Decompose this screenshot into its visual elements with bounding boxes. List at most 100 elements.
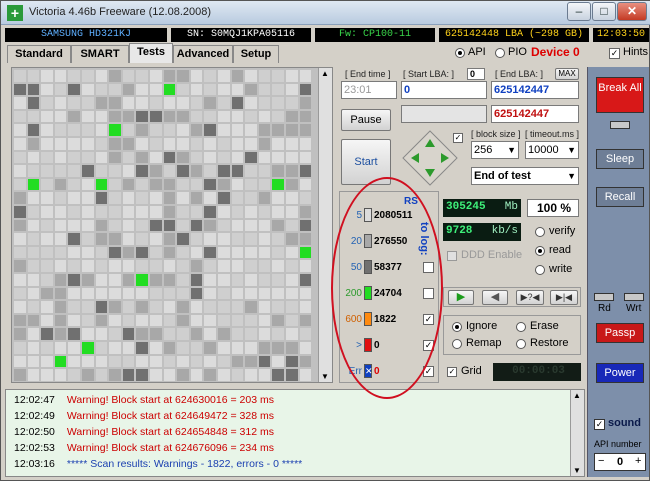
log-entry: 12:02:50 Warning! Block start at 62465484… <box>14 426 274 440</box>
verify-radio[interactable] <box>535 227 545 237</box>
end-time-field[interactable]: 23:01 <box>341 81 397 99</box>
sector-block <box>41 260 53 272</box>
write-radio[interactable] <box>535 265 545 275</box>
sector-block <box>245 83 257 96</box>
end-lba-max-button[interactable]: MAX <box>555 68 579 80</box>
passp-button[interactable]: Passp <box>596 323 644 343</box>
sector-block <box>286 260 298 272</box>
ddd-checkbox[interactable] <box>447 251 457 261</box>
ignore-radio[interactable] <box>452 322 462 332</box>
end-icon[interactable]: ▶|◀ <box>550 290 578 305</box>
sector-block <box>136 342 148 354</box>
maximize-icon[interactable]: □ <box>592 2 616 21</box>
decrement-icon[interactable]: − <box>598 455 604 467</box>
sector-block <box>258 110 271 123</box>
sector-block <box>27 301 40 313</box>
sector-block <box>14 83 26 96</box>
sector-block <box>136 83 148 96</box>
sector-block <box>231 260 244 272</box>
sector-block <box>54 233 67 245</box>
end-lba-label: [ End LBA: ] <box>495 69 544 79</box>
end-of-test-select[interactable]: End of test ▼ <box>471 167 579 185</box>
sector-block <box>27 165 40 177</box>
sector-block <box>14 342 26 354</box>
tab-smart[interactable]: SMART <box>71 45 129 63</box>
sector-block <box>204 287 216 300</box>
direction-pad[interactable] <box>401 129 459 187</box>
api-radio[interactable] <box>455 48 465 58</box>
sector-block <box>245 287 257 300</box>
sound-checkbox[interactable]: ✓ <box>594 419 605 430</box>
sector-block <box>27 178 40 191</box>
tab-standard[interactable]: Standard <box>7 45 71 63</box>
pause-button[interactable]: Pause <box>341 109 391 131</box>
end-lba-field[interactable]: 625142447 <box>491 81 579 99</box>
play-icon[interactable]: ▶ <box>448 290 474 305</box>
erase-radio[interactable] <box>516 322 526 332</box>
sector-block <box>150 233 162 245</box>
log-scrollbar[interactable]: ▲ ▼ <box>570 390 584 476</box>
sector-block <box>245 274 257 286</box>
sector-block <box>218 246 230 259</box>
sector-block <box>218 369 230 381</box>
sector-block <box>14 110 26 123</box>
sector-block <box>163 233 176 245</box>
sector-block <box>163 97 176 109</box>
sector-block <box>109 206 121 218</box>
scroll-up-icon[interactable]: ▲ <box>321 69 329 78</box>
sector-block <box>41 246 53 259</box>
test-controls: [ End time ] 23:01 [ Start LBA: ] 0 0 [ … <box>339 67 583 189</box>
api-label: API <box>468 46 486 58</box>
chevron-down-icon[interactable]: ▼ <box>507 142 516 158</box>
start-lba-small-field[interactable]: 0 <box>467 68 485 80</box>
close-icon[interactable]: ✕ <box>617 2 647 21</box>
dpad-checkbox[interactable]: ✓ <box>453 133 463 143</box>
sector-block <box>27 219 40 232</box>
back-icon[interactable]: ◀ <box>482 290 508 305</box>
increment-icon[interactable]: + <box>635 455 641 467</box>
sector-block <box>14 178 26 191</box>
sector-block <box>177 369 189 381</box>
sector-block <box>136 301 148 313</box>
read-radio[interactable] <box>535 246 545 256</box>
tab-advanced[interactable]: Advanced <box>173 45 233 63</box>
sector-block <box>14 219 26 232</box>
hints-checkbox[interactable]: ✓ <box>609 48 620 59</box>
tab-tests[interactable]: Tests <box>129 43 173 63</box>
block-size-select[interactable]: 256 ▼ <box>471 141 519 159</box>
power-button[interactable]: Power <box>596 363 644 383</box>
remap-radio[interactable] <box>452 339 462 349</box>
sector-block <box>82 246 94 259</box>
sector-block <box>27 206 40 218</box>
sector-block <box>163 138 176 150</box>
grid-scrollbar[interactable]: ▲ ▼ <box>318 68 332 382</box>
tab-setup[interactable]: Setup <box>233 45 279 63</box>
start-lba-field[interactable]: 0 <box>401 81 487 99</box>
chevron-down-icon[interactable]: ▼ <box>567 142 576 158</box>
scroll-down-icon[interactable]: ▼ <box>321 372 329 381</box>
sector-block <box>190 151 203 164</box>
scroll-up-icon[interactable]: ▲ <box>573 391 581 400</box>
skip-icon[interactable]: ▶?◀ <box>516 290 544 305</box>
break-all-button[interactable]: Break All <box>596 77 644 113</box>
ignore-label: Ignore <box>466 320 498 332</box>
pio-radio[interactable] <box>495 48 505 58</box>
grid-checkbox[interactable]: ✓ <box>447 367 457 377</box>
wrt-led <box>624 293 644 301</box>
timeout-select[interactable]: 10000 ▼ <box>525 141 579 159</box>
sector-block <box>54 287 67 300</box>
sector-block <box>258 314 271 327</box>
sector-block <box>163 219 176 232</box>
sector-block <box>245 151 257 164</box>
recall-button[interactable]: Recall <box>596 187 644 207</box>
minimize-icon[interactable]: – <box>567 2 591 21</box>
restore-radio[interactable] <box>516 339 526 349</box>
api-number-spinner[interactable]: − 0 + <box>594 453 646 471</box>
scroll-down-icon[interactable]: ▼ <box>573 466 581 475</box>
sleep-button[interactable]: Sleep <box>596 149 644 169</box>
mb-unit: Mb <box>504 201 518 213</box>
sector-block <box>177 314 189 327</box>
sector-block <box>299 138 312 150</box>
sector-block <box>190 110 203 123</box>
chevron-down-icon[interactable]: ▼ <box>567 168 576 184</box>
